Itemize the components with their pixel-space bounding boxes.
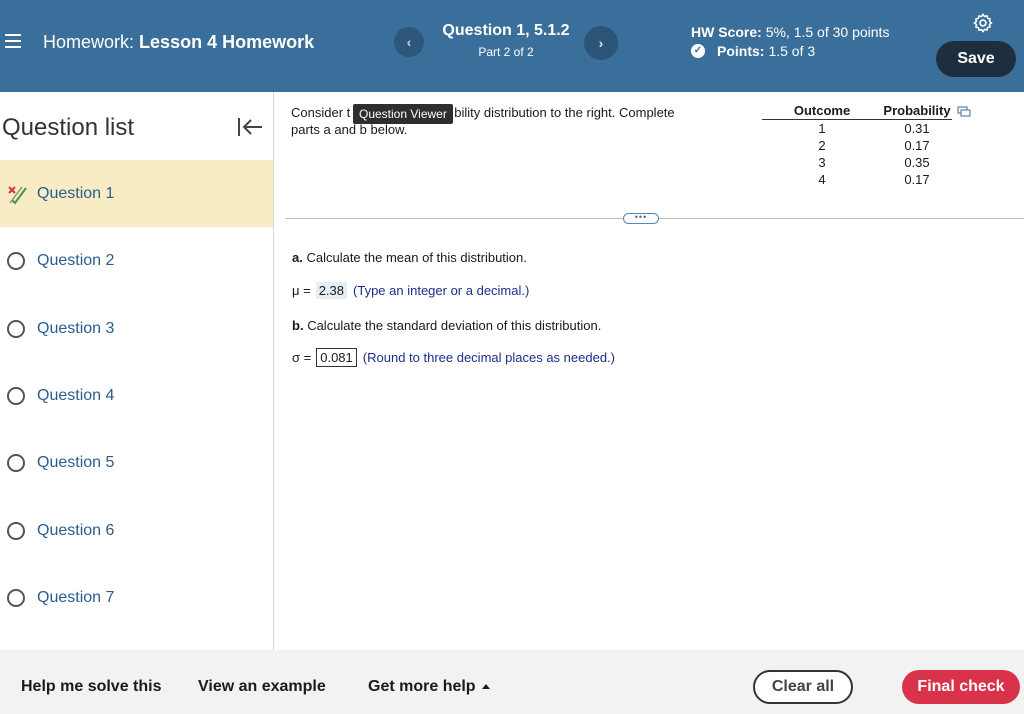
question-list-item-label: Question 3 [37,319,115,337]
question-content: Consider t bility distribution to the rig… [275,92,1024,650]
sigma-symbol: σ = [292,350,312,365]
question-title: Question 1, 5.1.2 [442,22,570,39]
table-header-probability: Probability [882,103,952,120]
table-cell-probability: 0.35 [904,155,930,170]
table-header-outcome: Outcome [762,103,882,120]
hw-score-value: 5%, 1.5 of 30 points [765,24,890,40]
table-row: 4 0.17 [762,171,952,188]
mean-answer-input[interactable]: 2.38 [315,282,348,299]
part-a-letter: a. [292,250,303,265]
collapse-sidebar-icon[interactable] [237,116,263,138]
final-check-button[interactable]: Final check [902,670,1020,704]
table-row: 2 0.17 [762,137,952,154]
part-b-letter: b. [292,318,304,333]
hw-score: HW Score: 5%, 1.5 of 30 points [691,24,889,40]
question-list-item-label: Question 2 [37,251,115,269]
table-cell-outcome: 4 [818,172,826,187]
unanswered-circle-icon [7,588,25,607]
question-list-title: Question list [2,114,135,141]
question-list-item-label: Question 1 [37,184,115,202]
question-list-item-7[interactable]: Question 7 [0,564,273,631]
unanswered-circle-icon [7,521,25,540]
top-header: Homework: Lesson 4 Homework ‹ Question 1… [0,0,1024,92]
view-example-button[interactable]: View an example [198,678,326,696]
std-dev-answer-hint: (Round to three decimal places as needed… [362,350,615,365]
expand-more-button[interactable]: ••• [623,213,659,224]
unanswered-circle-icon [7,251,25,270]
question-list-item-3[interactable]: Question 3 [0,295,273,362]
hw-score-label: HW Score: [691,24,762,40]
question-list-item-5[interactable]: Question 5 [0,429,273,496]
caret-up-icon [481,684,490,689]
unanswered-circle-icon [7,453,25,472]
question-list-item-1[interactable]: Question 1 [0,160,273,227]
part-a-text: Calculate the mean of this distribution. [306,250,527,265]
mean-answer-row: μ = 2.38 (Type an integer or a decimal.) [292,282,529,299]
probability-table: Outcome Probability 1 0.31 2 0.17 3 0.35 [762,103,952,188]
homework-title-prefix: Homework: [43,32,135,52]
table-cell-outcome: 1 [818,121,826,136]
table-cell-probability: 0.31 [904,121,930,136]
copy-table-icon[interactable] [957,106,971,118]
points-value: 1.5 of 3 [768,43,816,59]
part-a-prompt: a. Calculate the mean of this distributi… [292,250,527,265]
save-button[interactable]: Save [936,41,1016,77]
table-row: 1 0.31 [762,120,952,138]
get-more-help-button[interactable]: Get more help [368,678,490,696]
question-list-item-label: Question 6 [37,521,115,539]
gear-icon[interactable] [972,12,994,34]
part-b-prompt: b. Calculate the standard deviation of t… [292,318,601,333]
next-question-button[interactable]: › [584,26,618,60]
question-list-item-2[interactable]: Question 2 [0,227,273,294]
points: ✓ Points: 1.5 of 3 [691,43,815,59]
mean-answer-hint: (Type an integer or a decimal.) [353,283,530,298]
question-viewer-tooltip: Question Viewer [353,104,453,124]
unanswered-circle-icon [7,319,25,338]
question-list-item-label: Question 7 [37,588,115,606]
unanswered-circle-icon [7,386,25,405]
question-list-sidebar: Question list Question 1 Question 2 Ques… [0,92,274,650]
question-heading: Question 1, 5.1.2 Part 2 of 2 [430,22,582,59]
menu-icon[interactable] [2,30,24,52]
homework-title: Homework: Lesson 4 Homework [43,32,314,53]
table-cell-probability: 0.17 [904,138,930,153]
partial-credit-icon: ✓ [691,44,705,58]
question-intro-start: Consider t [291,105,351,120]
table-cell-outcome: 2 [818,138,826,153]
question-list-item-label: Question 4 [37,386,115,404]
points-label: Points: [717,43,765,59]
bottom-toolbar: Help me solve this View an example Get m… [0,650,1024,714]
std-dev-answer-row: σ = 0.081 (Round to three decimal places… [292,348,615,367]
table-cell-probability: 0.17 [904,172,930,187]
table-cell-outcome: 3 [818,155,826,170]
page: Homework: Lesson 4 Homework ‹ Question 1… [0,0,1024,714]
table-row: 3 0.35 [762,154,952,171]
part-b-text: Calculate the standard deviation of this… [307,318,602,333]
question-part: Part 2 of 2 [478,45,534,59]
clear-all-button[interactable]: Clear all [753,670,853,704]
question-list-item-6[interactable]: Question 6 [0,497,273,564]
help-me-solve-button[interactable]: Help me solve this [21,678,162,696]
std-dev-answer-input[interactable]: 0.081 [316,348,357,367]
previous-question-button[interactable]: ‹ [394,27,424,57]
get-more-help-label: Get more help [368,678,476,695]
homework-title-name: Lesson 4 Homework [139,32,315,52]
mu-symbol: μ = [292,283,311,298]
question-list-item-4[interactable]: Question 4 [0,362,273,429]
partial-credit-icon [8,185,27,205]
question-list-item-label: Question 5 [37,453,115,471]
